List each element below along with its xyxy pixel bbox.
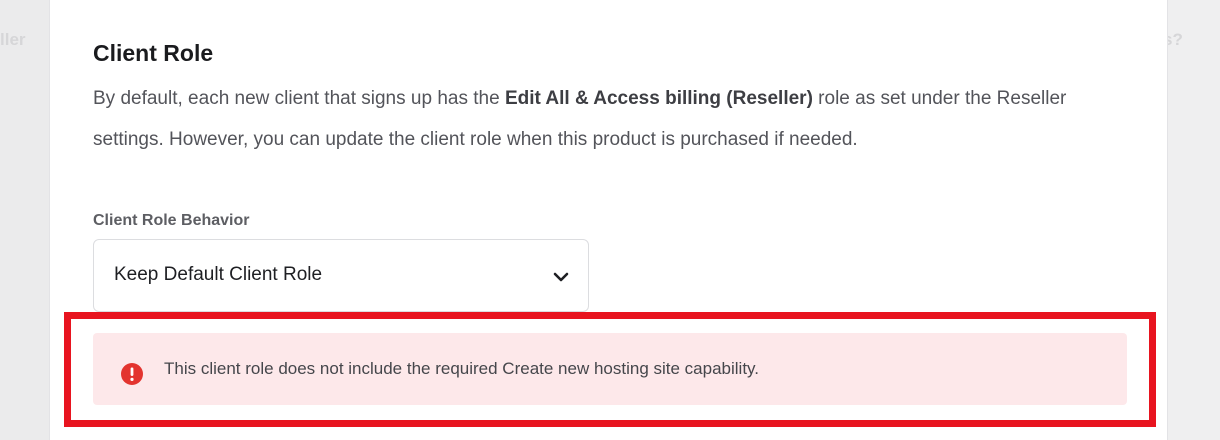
client-role-behavior-label: Client Role Behavior (93, 212, 250, 229)
background-tab-fragment-left: ller (0, 30, 26, 49)
section-title: Client Role (93, 40, 214, 66)
description-default-role: Edit All & Access billing (Reseller) (504, 88, 813, 109)
alert-message: This client role does not include the re… (164, 359, 760, 378)
client-role-panel: Client Role By default, each new client … (49, 0, 1168, 440)
client-role-behavior-select[interactable]: Keep Default Client Role (93, 239, 589, 312)
selected-option: Keep Default Client Role (114, 264, 323, 285)
chevron-down-icon (553, 272, 569, 282)
error-alert: This client role does not include the re… (93, 333, 1127, 405)
section-description: By default, each new client that signs u… (93, 78, 1133, 160)
background-overlay (0, 0, 50, 440)
info-icon (121, 363, 143, 385)
description-text-start: By default, each new client that signs u… (93, 88, 505, 109)
